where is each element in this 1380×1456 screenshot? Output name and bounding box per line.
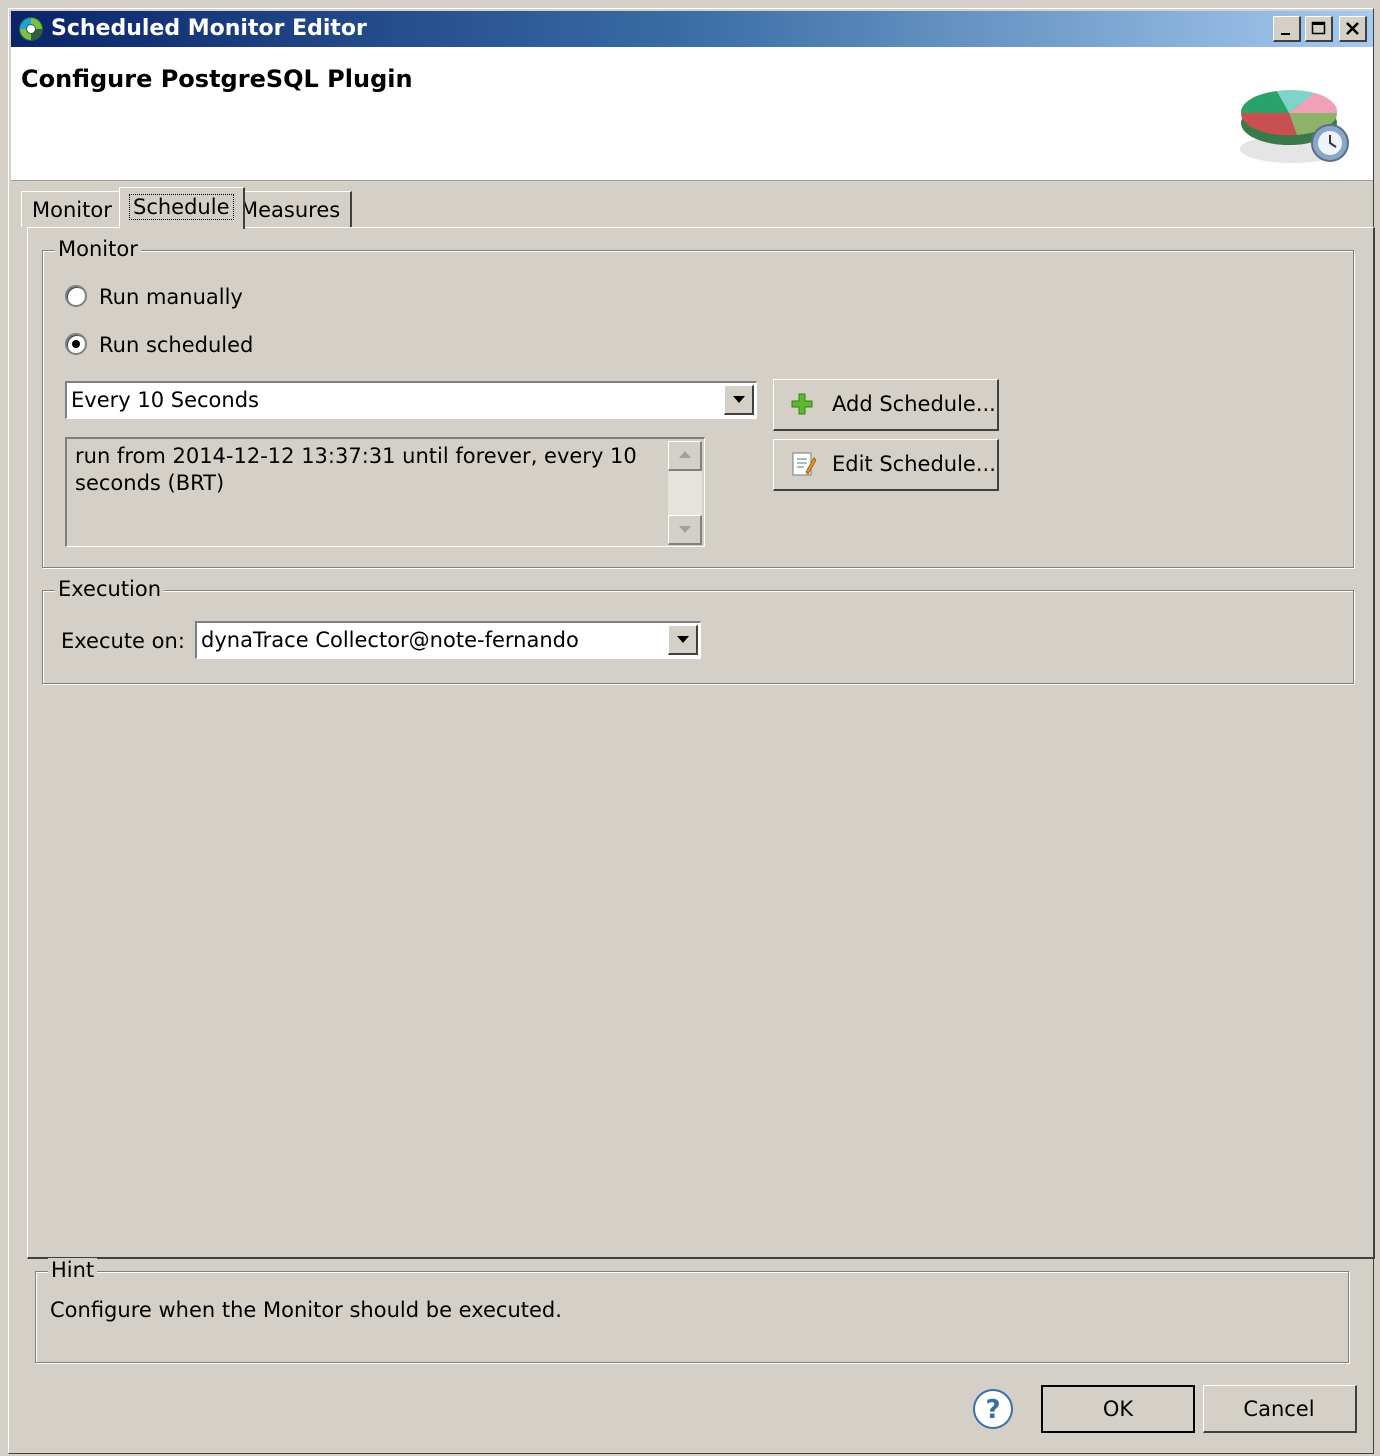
tab-schedule[interactable]: Schedule (119, 187, 245, 229)
close-icon (1346, 22, 1359, 35)
edit-document-icon (792, 452, 816, 476)
help-icon[interactable]: ? (971, 1387, 1015, 1431)
run-manually-radio-button[interactable] (65, 285, 87, 307)
schedule-select-value: Every 10 Seconds (71, 388, 259, 412)
tab-measures-label: Measures (240, 198, 341, 222)
ok-button[interactable]: OK (1041, 1385, 1195, 1433)
monitor-group: Monitor Run manually Run scheduled Every… (42, 237, 1354, 568)
run-manually-label: Run manually (99, 285, 243, 309)
run-scheduled-label: Run scheduled (99, 333, 254, 357)
scroll-up-icon[interactable] (668, 441, 702, 471)
tab-schedule-label: Schedule (129, 194, 234, 220)
chevron-down-icon[interactable] (668, 625, 698, 655)
cancel-button[interactable]: Cancel (1203, 1385, 1357, 1433)
execute-on-value: dynaTrace Collector@note-fernando (201, 628, 579, 652)
add-schedule-label: Add Schedule... (832, 392, 996, 416)
tab-measures[interactable]: Measures (229, 191, 353, 227)
minimize-button[interactable] (1273, 16, 1301, 42)
add-schedule-button[interactable]: Add Schedule... (773, 379, 999, 431)
pie-chart-clock-icon (1240, 90, 1349, 163)
scroll-down-icon[interactable] (668, 515, 702, 545)
execute-on-label: Execute on: (61, 629, 185, 653)
execution-group: Execution Execute on: dynaTrace Collecto… (42, 577, 1354, 684)
scheduled-monitor-editor-window: Scheduled Monitor Editor Configure Postg… (8, 8, 1375, 1454)
cancel-label: Cancel (1243, 1397, 1315, 1421)
description-scrollbar[interactable] (668, 441, 702, 545)
edit-schedule-button[interactable]: Edit Schedule... (773, 439, 999, 491)
schedule-description-field[interactable]: run from 2014-12-12 13:37:31 until forev… (65, 437, 705, 547)
title-bar[interactable]: Scheduled Monitor Editor (11, 11, 1373, 47)
ok-label: OK (1102, 1397, 1134, 1421)
schedule-description-text: run from 2014-12-12 13:37:31 until forev… (75, 444, 637, 495)
svg-text:?: ? (985, 1395, 1000, 1425)
run-scheduled-radio-button[interactable] (65, 333, 87, 355)
hint-group: Hint Configure when the Monitor should b… (35, 1258, 1349, 1363)
add-icon (791, 393, 813, 415)
edit-schedule-label: Edit Schedule... (832, 452, 996, 476)
maximize-icon (1311, 21, 1326, 35)
monitor-group-legend: Monitor (55, 237, 141, 261)
schedule-tab-panel: Monitor Run manually Run scheduled Every… (27, 227, 1375, 1259)
schedule-select[interactable]: Every 10 Seconds (65, 381, 757, 419)
header-banner: Configure PostgreSQL Plugin (11, 47, 1373, 181)
page-title: Configure PostgreSQL Plugin (21, 65, 413, 93)
tab-monitor[interactable]: Monitor (21, 191, 124, 227)
window-title: Scheduled Monitor Editor (51, 16, 367, 41)
dynatrace-logo-icon (19, 17, 43, 41)
tab-monitor-label: Monitor (32, 198, 112, 222)
hint-text: Configure when the Monitor should be exe… (50, 1298, 562, 1322)
hint-group-legend: Hint (48, 1258, 98, 1282)
close-button[interactable] (1339, 16, 1367, 42)
maximize-button[interactable] (1305, 16, 1333, 42)
minimize-icon (1281, 33, 1290, 35)
execution-group-legend: Execution (55, 577, 165, 601)
execute-on-select[interactable]: dynaTrace Collector@note-fernando (195, 621, 701, 659)
chevron-down-icon[interactable] (724, 385, 754, 415)
